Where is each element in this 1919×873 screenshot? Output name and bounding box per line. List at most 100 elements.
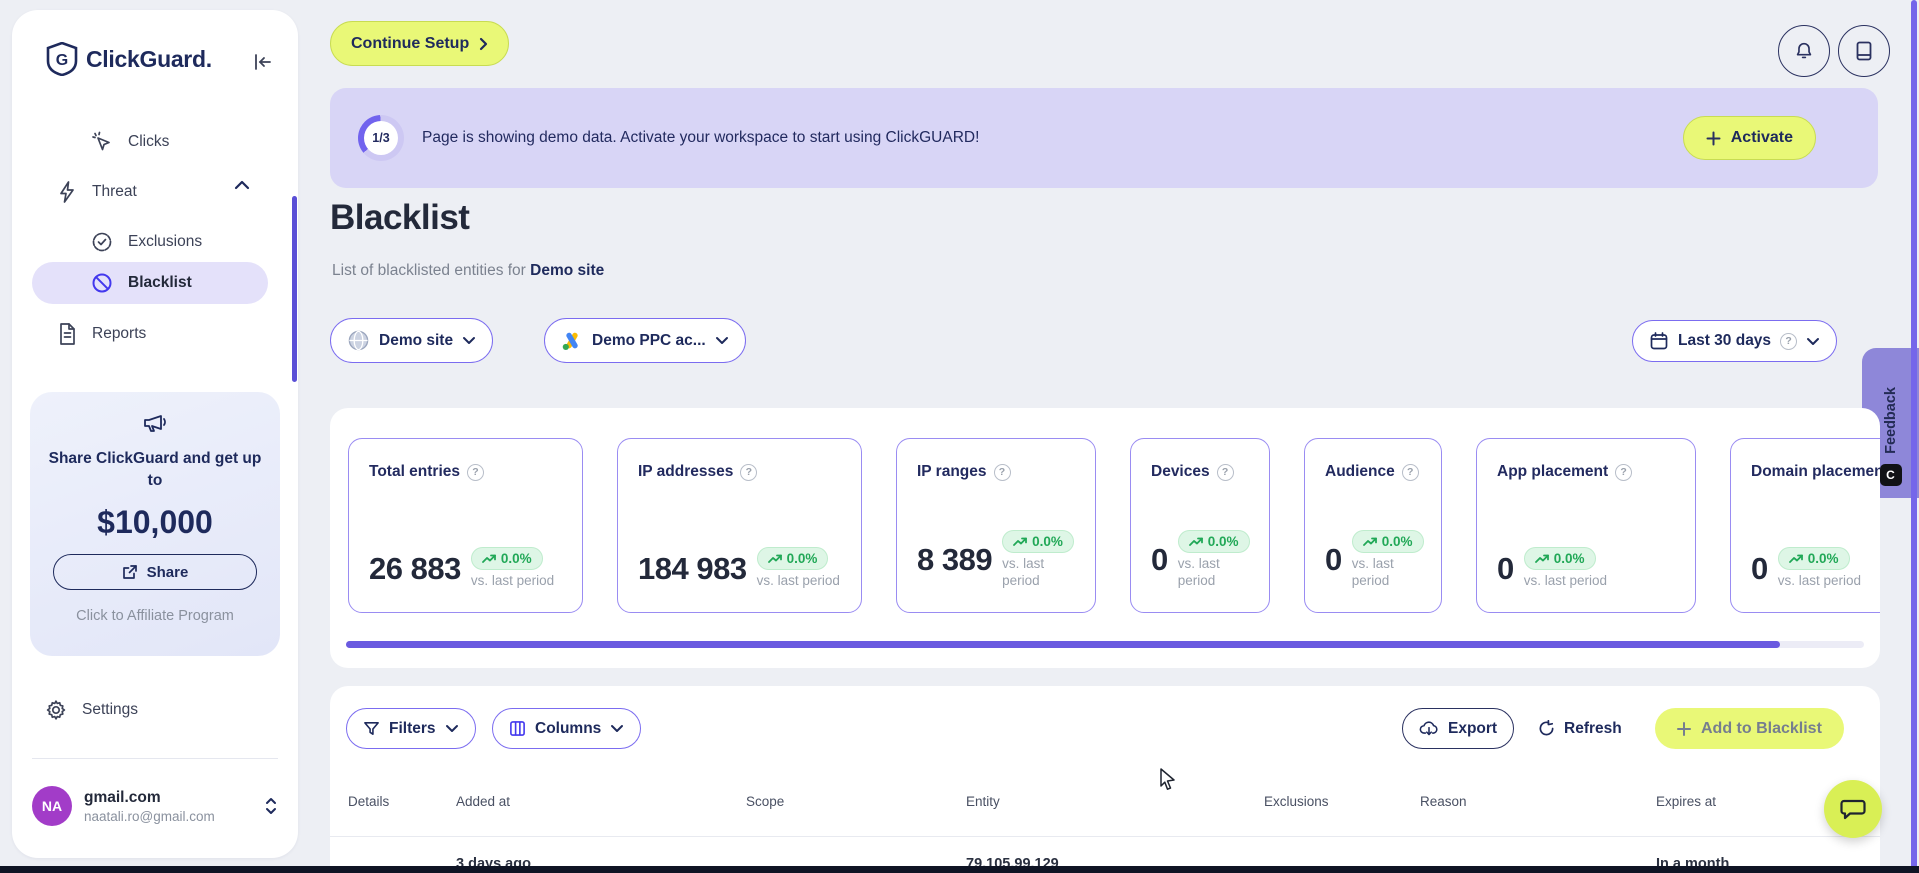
sidebar-item-threat[interactable]: Threat — [56, 180, 137, 204]
sidebar-item-blacklist[interactable]: Blacklist — [90, 271, 192, 295]
sidebar-item-settings[interactable]: Settings — [44, 698, 138, 722]
sidebar-scrollbar[interactable] — [292, 196, 297, 382]
help-icon[interactable]: ? — [1216, 463, 1234, 481]
sidebar-item-reports[interactable]: Reports — [56, 322, 146, 346]
sidebar-item-label: Clicks — [128, 133, 170, 150]
columns-button[interactable]: Columns — [492, 708, 642, 749]
stat-change: 0.0% — [786, 551, 818, 567]
google-ads-icon — [561, 331, 583, 351]
stat-change: 0.0% — [500, 551, 532, 567]
column-header-expires-at[interactable]: Expires at — [1656, 794, 1716, 809]
avatar: NA — [32, 786, 72, 826]
column-header-entity[interactable]: Entity — [966, 794, 1000, 809]
help-icon[interactable]: ? — [993, 463, 1011, 481]
calendar-icon — [1649, 331, 1669, 351]
activate-button[interactable]: Activate — [1682, 116, 1816, 160]
sidebar-item-exclusions[interactable]: Exclusions — [90, 230, 202, 254]
share-button-label: Share — [146, 563, 189, 581]
stat-change: 0.0% — [1207, 534, 1239, 550]
notifications-button[interactable] — [1778, 25, 1830, 77]
trend-up-icon — [1188, 537, 1203, 546]
sidebar-item-label: Blacklist — [128, 274, 192, 291]
setup-progress-ring: 1/3 — [358, 115, 404, 161]
lightning-icon — [56, 180, 78, 204]
stat-change: 0.0% — [1553, 551, 1585, 567]
column-header-reason[interactable]: Reason — [1420, 794, 1467, 809]
ppc-account-label: Demo PPC ac... — [592, 331, 706, 349]
help-icon[interactable]: ? — [740, 463, 758, 481]
column-header-scope[interactable]: Scope — [746, 794, 784, 809]
ppc-account-selector[interactable]: Demo PPC ac... — [544, 318, 746, 363]
demo-data-banner: 1/3 Page is showing demo data. Activate … — [330, 88, 1878, 188]
affiliate-link[interactable]: Click to Affiliate Program — [30, 608, 280, 624]
stat-card-domain-placement: Domain placement? 0 0.0% vs. last period — [1730, 438, 1880, 613]
page-scrollbar[interactable] — [1911, 0, 1917, 873]
column-header-details[interactable]: Details — [348, 794, 389, 809]
stat-card-audience: Audience? 0 0.0% vs. last period — [1304, 438, 1442, 613]
chevron-right-icon — [479, 37, 488, 51]
stat-note: vs. last period — [1351, 556, 1394, 589]
chat-widget-button[interactable] — [1824, 780, 1882, 838]
clickguard-shield-icon: G — [46, 42, 78, 76]
logo[interactable]: G ClickGuard. — [46, 42, 212, 76]
continue-setup-button[interactable]: Continue Setup — [330, 21, 510, 66]
sidebar-item-label: Exclusions — [128, 233, 203, 250]
chevron-up-icon[interactable] — [234, 180, 250, 190]
help-icon[interactable]: ? — [1401, 463, 1419, 481]
export-button[interactable]: Export — [1402, 708, 1515, 749]
cursor-click-icon — [90, 130, 114, 154]
share-button[interactable]: Share — [53, 554, 257, 590]
divider — [330, 836, 1880, 837]
filters-button[interactable]: Filters — [346, 708, 476, 749]
column-header-added-at[interactable]: Added at — [456, 794, 510, 809]
date-range-label: Last 30 days — [1678, 332, 1772, 349]
chevron-down-icon — [610, 724, 624, 733]
affiliate-promo-card[interactable]: Share ClickGuard and get up to $10,000 S… — [30, 392, 280, 656]
columns-icon — [509, 720, 526, 737]
stat-note: vs. last period — [756, 573, 840, 589]
stats-panel: Total entries? 26 883 0.0% vs. last peri… — [330, 408, 1880, 668]
stat-value: 0 — [1325, 542, 1342, 578]
sidebar-item-label: Settings — [82, 701, 139, 718]
stat-title: Audience — [1325, 463, 1395, 480]
stat-change: 0.0% — [1381, 534, 1413, 550]
page-title: Blacklist — [330, 198, 470, 237]
document-icon — [56, 322, 78, 346]
chevron-down-icon — [1806, 337, 1820, 346]
sidebar-item-clicks[interactable]: Clicks — [90, 130, 169, 154]
refresh-button[interactable]: Refresh — [1538, 708, 1622, 749]
stat-value: 0 — [1497, 550, 1514, 586]
help-icon[interactable]: ? — [467, 463, 485, 481]
stat-card-total-entries: Total entries? 26 883 0.0% vs. last peri… — [348, 438, 583, 613]
account-name: gmail.com — [84, 788, 161, 806]
stat-note: vs. last period — [1177, 556, 1220, 589]
column-header-exclusions[interactable]: Exclusions — [1264, 794, 1329, 809]
date-range-selector[interactable]: Last 30 days ? — [1632, 320, 1838, 362]
stat-value: 0 — [1151, 542, 1168, 578]
add-to-blacklist-button[interactable]: Add to Blacklist — [1655, 708, 1844, 749]
sidebar: G ClickGuard. Clicks Threat Exclusions B… — [12, 10, 298, 858]
cards-scrollbar-thumb[interactable] — [346, 641, 1780, 648]
stat-title: App placement — [1497, 463, 1609, 480]
stat-note: vs. last period — [470, 573, 555, 589]
docs-button[interactable] — [1838, 25, 1890, 77]
stat-value: 184 983 — [638, 550, 747, 586]
plus-icon — [1706, 131, 1721, 146]
export-label: Export — [1448, 719, 1498, 737]
account-switcher[interactable]: NA gmail.com naatali.ro@gmail.com — [32, 780, 278, 832]
stat-title: IP addresses — [638, 463, 734, 480]
columns-label: Columns — [535, 719, 602, 737]
stat-value: 0 — [1751, 550, 1768, 586]
site-selector[interactable]: Demo site — [330, 318, 494, 363]
chevron-down-icon — [445, 724, 459, 733]
stat-note: vs. last period — [1777, 573, 1862, 589]
page-subtitle-text: List of blacklisted entities for — [332, 262, 526, 279]
chat-bubble-icon — [1840, 797, 1866, 821]
sidebar-collapse-icon[interactable] — [250, 50, 274, 74]
stat-title: Total entries — [369, 463, 461, 480]
cloud-download-icon — [1419, 720, 1439, 737]
sidebar-item-label: Threat — [92, 183, 137, 200]
help-icon[interactable]: ? — [1615, 463, 1633, 481]
setup-progress-label: 1/3 — [364, 121, 398, 155]
add-to-blacklist-label: Add to Blacklist — [1701, 719, 1822, 737]
